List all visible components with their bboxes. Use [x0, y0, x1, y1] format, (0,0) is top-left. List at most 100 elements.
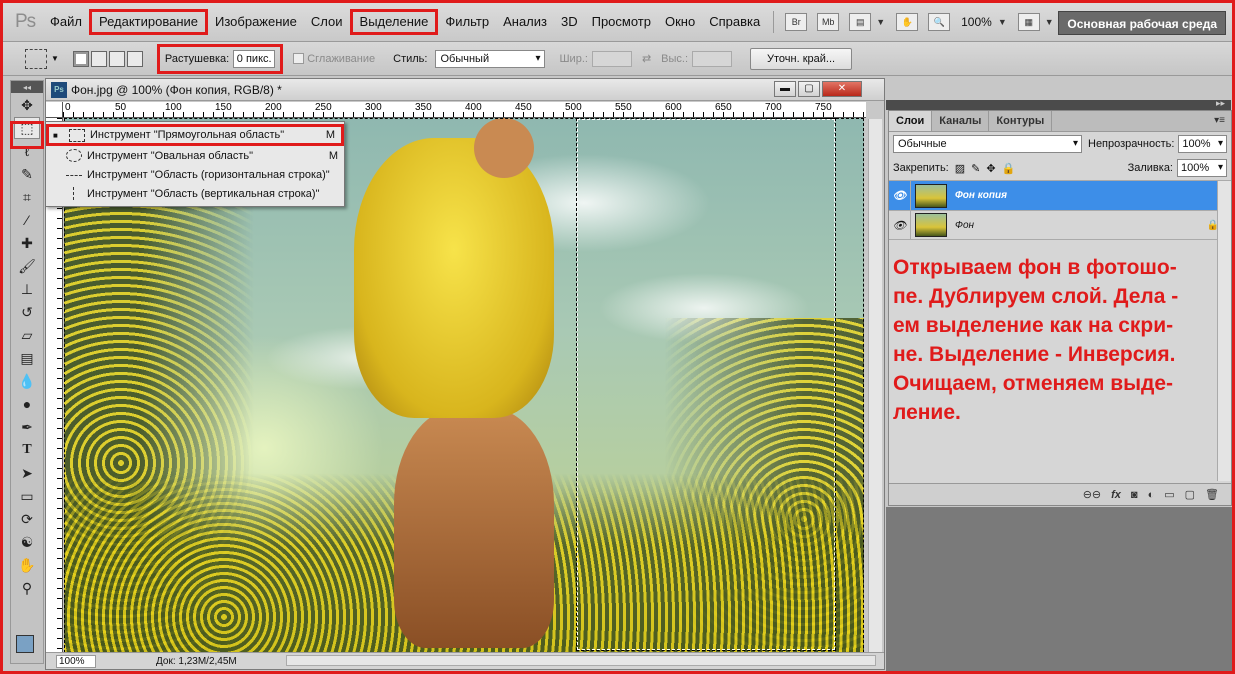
ruler-origin[interactable] — [46, 102, 63, 118]
chevron-down-icon[interactable]: ▼ — [876, 17, 885, 27]
tab-channels[interactable]: Каналы — [932, 111, 990, 131]
3d-rotate-tool-icon[interactable]: ⟳ — [14, 508, 40, 530]
link-layers-icon[interactable]: ⊖⊖ — [1083, 488, 1101, 501]
crop-tool-icon[interactable]: ⌗ — [14, 186, 40, 208]
zoom-icon[interactable]: 🔍 — [928, 13, 951, 31]
collapse-icon[interactable]: ▸▸ — [1216, 98, 1225, 109]
layer-row[interactable]: 👁 Фон 🔒 — [889, 210, 1231, 240]
adjustment-layer-icon[interactable]: ◐ — [1148, 489, 1155, 501]
menu-filter[interactable]: Фильтр — [438, 9, 496, 35]
rectangular-marquee-tool-icon[interactable]: ⬚ — [14, 117, 40, 139]
chevron-down-icon[interactable]: ▼ — [1045, 17, 1054, 27]
document-titlebar[interactable]: Ps Фон.jpg @ 100% (Фон копия, RGB/8) * ▬… — [46, 79, 884, 101]
chevron-down-icon[interactable]: ▼ — [51, 54, 59, 63]
flyout-rectangular-marquee[interactable]: ■ Инструмент "Прямоугольная область" M — [46, 124, 344, 146]
add-mask-icon[interactable]: ◙ — [1131, 489, 1138, 501]
path-selection-tool-icon[interactable]: ➤ — [14, 462, 40, 484]
ruler-label: 750 — [815, 102, 832, 113]
menu-analysis[interactable]: Анализ — [496, 9, 554, 35]
3d-orbit-tool-icon[interactable]: ☯ — [14, 531, 40, 553]
history-brush-tool-icon[interactable]: ↺ — [14, 301, 40, 323]
visibility-eye-icon[interactable]: 👁 — [889, 181, 911, 210]
new-selection-icon[interactable] — [72, 50, 89, 67]
refine-edge-button[interactable]: Уточн. край... — [750, 47, 853, 70]
lock-pixels-icon[interactable]: ✎ — [971, 162, 980, 175]
lasso-tool-icon[interactable]: ℓ — [14, 140, 40, 162]
vertical-scrollbar[interactable] — [868, 119, 882, 654]
tab-layers[interactable]: Слои — [889, 111, 933, 131]
new-group-icon[interactable]: ▭ — [1164, 488, 1174, 501]
chevron-down-icon[interactable]: ▼ — [998, 17, 1007, 27]
maximize-button[interactable]: ▢ — [798, 81, 820, 97]
zoom-tool-icon[interactable]: ⚲ — [14, 577, 40, 599]
eraser-tool-icon[interactable]: ▱ — [14, 324, 40, 346]
bridge-button[interactable]: Br — [785, 13, 808, 31]
visibility-eye-icon[interactable]: 👁 — [889, 211, 911, 239]
marquee-preset-icon[interactable] — [25, 48, 47, 69]
mini-bridge-button[interactable]: Mb — [817, 13, 840, 31]
menu-layers[interactable]: Слои — [304, 9, 350, 35]
flyout-single-column-marquee[interactable]: Инструмент "Область (вертикальная строка… — [46, 184, 344, 203]
layers-scrollbar[interactable] — [1217, 181, 1231, 481]
quick-selection-tool-icon[interactable]: ✎ — [14, 163, 40, 185]
hand-icon[interactable]: ✋ — [896, 13, 919, 31]
tab-paths[interactable]: Контуры — [989, 111, 1053, 131]
subtract-selection-icon[interactable] — [108, 50, 125, 67]
lock-position-icon[interactable]: ✥ — [986, 162, 995, 175]
lock-all-icon[interactable]: 🔒 — [1002, 162, 1016, 175]
fx-icon[interactable]: fx — [1111, 489, 1121, 501]
opacity-input[interactable]: 100% — [1178, 135, 1227, 153]
menu-view[interactable]: Просмотр — [585, 9, 658, 35]
healing-brush-tool-icon[interactable]: ✚ — [14, 232, 40, 254]
ruler-label: 500 — [565, 102, 582, 113]
flyout-single-row-marquee[interactable]: Инструмент "Область (горизонтальная стро… — [46, 165, 344, 184]
foreground-color-swatch[interactable] — [16, 635, 34, 653]
pen-tool-icon[interactable]: ✒ — [14, 416, 40, 438]
fill-input[interactable]: 100% — [1177, 159, 1227, 177]
menu-select[interactable]: Выделение — [349, 9, 439, 35]
workspace-button[interactable]: Основная рабочая среда — [1058, 11, 1226, 35]
add-selection-icon[interactable] — [90, 50, 107, 67]
menu-separator — [773, 11, 775, 33]
menu-edit[interactable]: Редактирование — [88, 9, 208, 35]
menu-3d[interactable]: 3D — [554, 9, 585, 35]
panel-collapse-icon[interactable]: ◂◂ — [11, 81, 43, 93]
rectangle-tool-icon[interactable]: ▭ — [14, 485, 40, 507]
zoom-level[interactable]: 100% — [961, 15, 992, 29]
blur-tool-icon[interactable]: 💧 — [14, 370, 40, 392]
horizontal-scrollbar[interactable] — [286, 655, 876, 666]
options-bar: ▼ Растушевка: 0 пикс. Сглаживание Стиль:… — [3, 42, 1232, 76]
height-label: Выс.: — [661, 52, 689, 65]
lock-transparency-icon[interactable]: ▨ — [955, 162, 965, 175]
eyedropper-tool-icon[interactable]: ⁄ — [14, 209, 40, 231]
style-select[interactable]: Обычный — [435, 49, 546, 68]
layer-row[interactable]: 👁 Фон копия — [889, 180, 1231, 210]
horizontal-ruler[interactable]: 0 50 100 150 200 250 300 350 400 450 500… — [63, 102, 866, 118]
minimize-button[interactable]: ▬ — [774, 81, 796, 97]
new-layer-icon[interactable]: ▢ — [1185, 488, 1195, 501]
zoom-field[interactable]: 100% — [56, 654, 96, 668]
type-tool-icon[interactable]: T — [14, 439, 40, 461]
active-bullet-icon: ■ — [53, 130, 58, 140]
feather-input[interactable]: 0 пикс. — [233, 49, 276, 68]
dodge-tool-icon[interactable]: ● — [14, 393, 40, 415]
blend-mode-select[interactable]: Обычные — [893, 135, 1082, 153]
panel-menu-icon[interactable]: ▾≡ — [1214, 115, 1225, 126]
hand-tool-icon[interactable]: ✋ — [14, 554, 40, 576]
close-button[interactable]: ✕ — [822, 81, 862, 97]
film-icon[interactable]: ▤ — [849, 13, 872, 31]
menu-file[interactable]: Файл — [43, 9, 89, 35]
menu-window[interactable]: Окно — [658, 9, 702, 35]
flyout-elliptical-marquee[interactable]: Инструмент "Овальная область" M — [46, 146, 344, 165]
photo-girl-dress — [354, 138, 554, 418]
brush-tool-icon[interactable]: 🖌 — [14, 255, 40, 277]
move-tool-icon[interactable]: ✥ — [14, 94, 40, 116]
gradient-tool-icon[interactable]: ▤ — [14, 347, 40, 369]
antialias-checkbox[interactable] — [293, 53, 305, 64]
arrange-documents-icon[interactable]: ▦ — [1017, 13, 1040, 31]
menu-help[interactable]: Справка — [702, 9, 767, 35]
intersect-selection-icon[interactable] — [126, 50, 143, 67]
menu-image[interactable]: Изображение — [208, 9, 304, 35]
trash-icon[interactable]: 🗑 — [1205, 488, 1219, 501]
clone-stamp-tool-icon[interactable]: ⊥ — [14, 278, 40, 300]
